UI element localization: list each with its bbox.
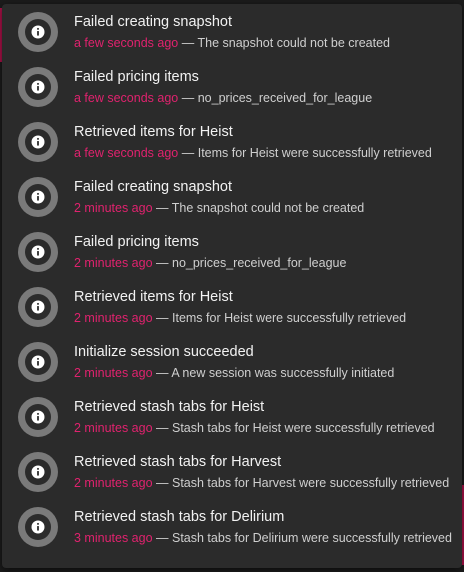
notification-item[interactable]: Failed pricing items a few seconds ago —… [2, 59, 462, 114]
notification-item[interactable]: Initialize session succeeded 2 minutes a… [2, 334, 462, 389]
separator-dash: — [156, 530, 169, 545]
notification-list: Failed creating snapshot a few seconds a… [2, 4, 462, 554]
info-icon [25, 73, 51, 100]
notification-time: 2 minutes ago [74, 255, 153, 270]
notification-title: Failed creating snapshot [74, 178, 232, 195]
notification-text: Initialize session succeeded 2 minutes a… [74, 342, 454, 382]
info-icon [25, 348, 51, 375]
notification-subtitle: 2 minutes ago — Items for Heist were suc… [74, 309, 454, 327]
notification-message: Items for Heist were successfully retrie… [197, 145, 432, 160]
notification-subtitle: 2 minutes ago — A new session was succes… [74, 364, 454, 382]
separator-dash: — [156, 365, 169, 380]
notification-item[interactable]: Retrieved stash tabs for Delirium 3 minu… [2, 499, 462, 554]
info-icon [25, 293, 51, 320]
notification-title: Retrieved items for Heist [74, 123, 233, 140]
notification-message: A new session was successfully initiated [171, 365, 395, 380]
notification-text: Retrieved stash tabs for Harvest 2 minut… [74, 452, 454, 492]
notification-time: 2 minutes ago [74, 200, 153, 215]
notification-avatar [18, 506, 58, 547]
notification-subtitle: 2 minutes ago — no_prices_received_for_l… [74, 254, 454, 272]
notification-avatar [18, 451, 58, 492]
notification-text: Retrieved stash tabs for Heist 2 minutes… [74, 397, 454, 437]
notification-avatar [18, 286, 58, 327]
notification-avatar [18, 396, 58, 437]
notification-message: Stash tabs for Delirium were successfull… [172, 530, 452, 545]
notification-message: no_prices_received_for_league [197, 90, 373, 105]
notification-item[interactable]: Failed pricing items 2 minutes ago — no_… [2, 224, 462, 279]
notification-time: 2 minutes ago [74, 365, 153, 380]
separator-dash: — [181, 35, 195, 50]
notification-item[interactable]: Retrieved stash tabs for Harvest 2 minut… [2, 444, 462, 499]
notification-subtitle: a few seconds ago — The snapshot could n… [74, 34, 454, 52]
info-icon [25, 128, 51, 155]
notification-title: Retrieved stash tabs for Harvest [74, 453, 282, 470]
separator-dash: — [156, 475, 169, 490]
separator-dash: — [156, 255, 169, 270]
notification-title: Failed pricing items [74, 68, 199, 85]
separator-dash: — [156, 310, 169, 325]
info-icon [25, 458, 51, 485]
notification-avatar [18, 176, 58, 217]
notification-title: Initialize session succeeded [74, 343, 254, 360]
notification-text: Retrieved items for Heist 2 minutes ago … [74, 287, 454, 327]
notification-item[interactable]: Failed creating snapshot a few seconds a… [2, 4, 462, 59]
notification-item[interactable]: Retrieved stash tabs for Heist 2 minutes… [2, 389, 462, 444]
notification-time: 2 minutes ago [74, 420, 153, 435]
notification-subtitle: a few seconds ago — no_prices_received_f… [74, 89, 454, 107]
notification-avatar [18, 11, 58, 52]
notification-time: 2 minutes ago [74, 310, 153, 325]
notification-message: The snapshot could not be created [197, 35, 390, 50]
notification-time: 3 minutes ago [74, 530, 153, 545]
info-icon [25, 403, 51, 430]
notification-message: The snapshot could not be created [171, 200, 365, 215]
notification-avatar [18, 66, 58, 107]
notification-message: Items for Heist were successfully retrie… [172, 310, 407, 325]
notification-title: Failed pricing items [74, 233, 199, 250]
notification-text: Failed pricing items a few seconds ago —… [74, 67, 454, 107]
notification-subtitle: 3 minutes ago — Stash tabs for Delirium … [74, 529, 454, 547]
notification-subtitle: a few seconds ago — Items for Heist were… [74, 144, 454, 162]
notification-avatar [18, 341, 58, 382]
notification-text: Retrieved items for Heist a few seconds … [74, 122, 454, 162]
notification-message: no_prices_received_for_league [172, 255, 347, 270]
info-icon [25, 18, 51, 45]
notification-subtitle: 2 minutes ago — The snapshot could not b… [74, 199, 454, 217]
notification-subtitle: 2 minutes ago — Stash tabs for Heist wer… [74, 419, 454, 437]
notification-time: a few seconds ago [74, 90, 179, 105]
notification-text: Failed creating snapshot 2 minutes ago —… [74, 177, 454, 217]
notification-message: Stash tabs for Heist were successfully r… [172, 420, 435, 435]
notification-text: Failed pricing items 2 minutes ago — no_… [74, 232, 454, 272]
notification-title: Retrieved items for Heist [74, 288, 233, 305]
notification-message: Stash tabs for Harvest were successfully… [172, 475, 450, 490]
separator-dash: — [181, 90, 195, 105]
notification-item[interactable]: Retrieved items for Heist 2 minutes ago … [2, 279, 462, 334]
notification-item[interactable]: Retrieved items for Heist a few seconds … [2, 114, 462, 169]
notification-title: Retrieved stash tabs for Heist [74, 398, 265, 415]
info-icon [25, 238, 51, 265]
notification-avatar [18, 231, 58, 272]
notification-time: a few seconds ago [74, 35, 179, 50]
notification-time: 2 minutes ago [74, 475, 153, 490]
info-icon [25, 513, 51, 540]
info-icon [25, 183, 51, 210]
notification-avatar [18, 121, 58, 162]
separator-dash: — [181, 145, 195, 160]
notification-title: Retrieved stash tabs for Delirium [74, 508, 285, 525]
separator-dash: — [156, 200, 169, 215]
notification-text: Retrieved stash tabs for Delirium 3 minu… [74, 507, 454, 547]
notifications-popover: Failed creating snapshot a few seconds a… [2, 4, 462, 568]
separator-dash: — [156, 420, 169, 435]
notification-subtitle: 2 minutes ago — Stash tabs for Harvest w… [74, 474, 454, 492]
notification-title: Failed creating snapshot [74, 13, 232, 30]
notification-time: a few seconds ago [74, 145, 179, 160]
notification-text: Failed creating snapshot a few seconds a… [74, 12, 454, 52]
notification-item[interactable]: Failed creating snapshot 2 minutes ago —… [2, 169, 462, 224]
